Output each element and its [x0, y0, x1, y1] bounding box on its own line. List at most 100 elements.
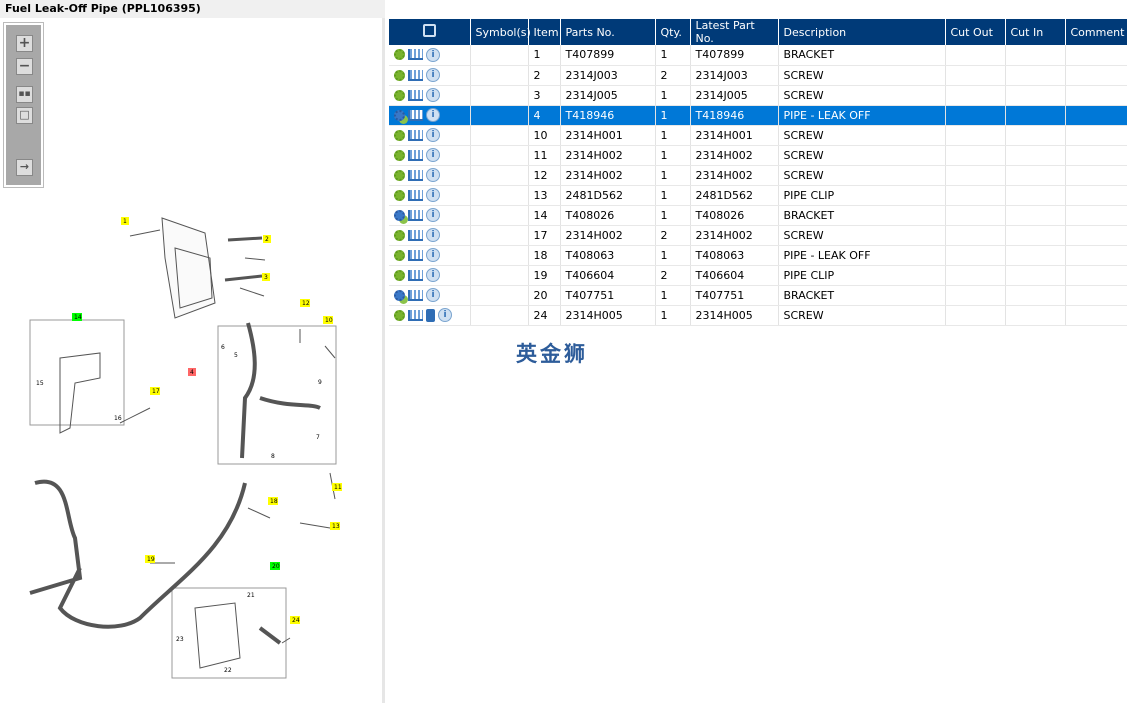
diagram-title: Fuel Leak-Off Pipe (PPL106395) — [0, 0, 385, 18]
column-header-search[interactable] — [389, 19, 471, 45]
table-row[interactable]: i 20 T407751 1 T407751 BRACKET — [389, 285, 1127, 306]
green-gear-icon[interactable] — [394, 49, 405, 61]
table-row[interactable]: i 24 2314H005 1 2314H005 SCREW — [389, 305, 1127, 326]
table-row[interactable]: i 4 T418946 1 T418946 PIPE - LEAK OFF — [389, 105, 1127, 126]
callout-label[interactable]: 17 — [152, 388, 160, 395]
green-gear-icon[interactable] — [394, 129, 405, 141]
column-header[interactable]: Parts No. — [560, 19, 656, 45]
green-gear-icon[interactable] — [394, 169, 405, 181]
comment-cell — [1065, 205, 1127, 226]
cart-icon[interactable] — [408, 129, 423, 141]
callout-label[interactable]: 10 — [325, 317, 333, 324]
green-gear-icon[interactable] — [394, 229, 405, 241]
info-icon[interactable]: i — [426, 248, 440, 262]
info-icon[interactable]: i — [426, 88, 440, 102]
info-icon[interactable]: i — [426, 68, 440, 82]
column-header[interactable]: Comment — [1065, 19, 1127, 45]
column-header[interactable]: Cut Out — [945, 19, 1006, 45]
cart-icon[interactable] — [408, 149, 423, 161]
cart-icon[interactable] — [408, 209, 423, 221]
document-icon[interactable] — [426, 308, 435, 322]
callout-label[interactable]: 19 — [147, 556, 155, 563]
part-no-cell: T407751 — [560, 285, 656, 306]
table-row[interactable]: i 10 2314H001 1 2314H001 SCREW — [389, 125, 1127, 146]
info-icon[interactable]: i — [426, 108, 440, 122]
cart-icon[interactable] — [408, 229, 423, 241]
cart-icon[interactable] — [408, 49, 423, 61]
info-icon[interactable]: i — [426, 148, 440, 162]
column-header[interactable]: Description — [778, 19, 946, 45]
cart-icon[interactable] — [408, 89, 423, 101]
callout-label[interactable]: 18 — [270, 498, 278, 505]
green-gear-icon[interactable] — [394, 189, 405, 201]
callout-label[interactable]: 4 — [190, 369, 194, 376]
green-gear-icon[interactable] — [394, 89, 405, 101]
callout-label[interactable]: 20 — [272, 563, 280, 570]
callout-label[interactable]: 11 — [334, 484, 342, 491]
column-header[interactable]: Latest Part No. — [690, 19, 779, 45]
callout-label[interactable]: 14 — [74, 314, 82, 321]
info-icon[interactable]: i — [426, 128, 440, 142]
info-icon[interactable]: i — [426, 168, 440, 182]
info-icon[interactable]: i — [426, 47, 440, 62]
cut-out-cell — [945, 205, 1006, 226]
column-header[interactable]: Cut In — [1005, 19, 1066, 45]
info-icon[interactable]: i — [426, 228, 440, 242]
symbols-cell — [470, 145, 529, 166]
table-row[interactable]: i 12 2314H002 1 2314H002 SCREW — [389, 165, 1127, 186]
green-gear-icon[interactable] — [394, 249, 405, 261]
table-row[interactable]: i 2 2314J003 2 2314J003 SCREW — [389, 65, 1127, 86]
callout-label[interactable]: 1 — [123, 218, 127, 225]
fit-all-button[interactable]: ▪▪ — [16, 86, 33, 103]
table-row[interactable]: i 18 T408063 1 T408063 PIPE - LEAK OFF — [389, 245, 1127, 266]
green-gear-icon[interactable] — [394, 69, 405, 81]
zoom-in-button[interactable]: + — [16, 35, 33, 52]
search-icon[interactable] — [422, 24, 436, 37]
cart-icon[interactable] — [408, 189, 423, 201]
green-gear-icon[interactable] — [394, 149, 405, 161]
list-export-button[interactable]: → — [16, 159, 33, 176]
cart-icon[interactable] — [408, 249, 423, 261]
info-icon[interactable]: i — [426, 188, 440, 202]
callout-label[interactable]: 24 — [292, 617, 300, 624]
exploded-diagram[interactable]: 123121017111813192414204651516978212322 — [0, 18, 385, 703]
latest-part-cell: T408063 — [690, 245, 779, 266]
table-row[interactable]: i 1 T407899 1 T407899 BRACKET — [389, 45, 1127, 66]
column-header[interactable]: Qty. — [655, 19, 691, 45]
table-row[interactable]: i 17 2314H002 2 2314H002 SCREW — [389, 225, 1127, 246]
table-row[interactable]: i 14 T408026 1 T408026 BRACKET — [389, 205, 1127, 226]
table-row[interactable]: i 13 2481D562 1 2481D562 PIPE CLIP — [389, 185, 1127, 206]
info-icon[interactable]: i — [426, 208, 440, 222]
green-gear-icon[interactable] — [394, 309, 405, 321]
callout-label[interactable]: 2 — [265, 236, 269, 243]
green-gear-icon[interactable] — [394, 269, 405, 281]
cart-icon[interactable] — [408, 169, 423, 181]
cart-icon[interactable] — [408, 269, 423, 281]
cart-icon[interactable] — [408, 309, 423, 321]
table-row[interactable]: i 11 2314H002 1 2314H002 SCREW — [389, 145, 1127, 166]
info-icon[interactable]: i — [438, 308, 452, 322]
table-row[interactable]: i 3 2314J005 1 2314J005 SCREW — [389, 85, 1127, 106]
table-row[interactable]: i 19 T406604 2 T406604 PIPE CLIP — [389, 265, 1127, 286]
cart-icon[interactable] — [408, 289, 423, 301]
callout-label[interactable]: 12 — [302, 300, 310, 307]
blue-gear-icon[interactable] — [394, 289, 405, 301]
row-actions: i — [389, 165, 471, 186]
description-cell: SCREW — [778, 125, 946, 146]
blue-gear-icon[interactable] — [394, 209, 405, 221]
qty-cell: 1 — [655, 105, 691, 126]
info-icon[interactable]: i — [426, 288, 440, 302]
comment-cell — [1065, 125, 1127, 146]
cart-icon[interactable] — [408, 69, 423, 81]
actual-size-button[interactable]: □ — [16, 107, 33, 124]
column-header[interactable]: Symbol(s) — [470, 19, 531, 45]
column-header[interactable]: Item — [528, 19, 561, 45]
callout-label[interactable]: 3 — [264, 274, 268, 281]
callout-label[interactable]: 13 — [332, 523, 340, 530]
watermark: 英金狮 — [516, 342, 588, 366]
info-icon[interactable]: i — [426, 268, 440, 282]
blue-gear-icon[interactable] — [394, 109, 405, 121]
zoom-out-button[interactable]: − — [16, 58, 33, 75]
diagram-panel[interactable]: 1 2 3 12 10 17 11 18 13 19 24 14 20 4 6 5 15 16 9 7 8 21 23 22 … — [0, 18, 385, 703]
cart-icon[interactable] — [408, 109, 423, 121]
